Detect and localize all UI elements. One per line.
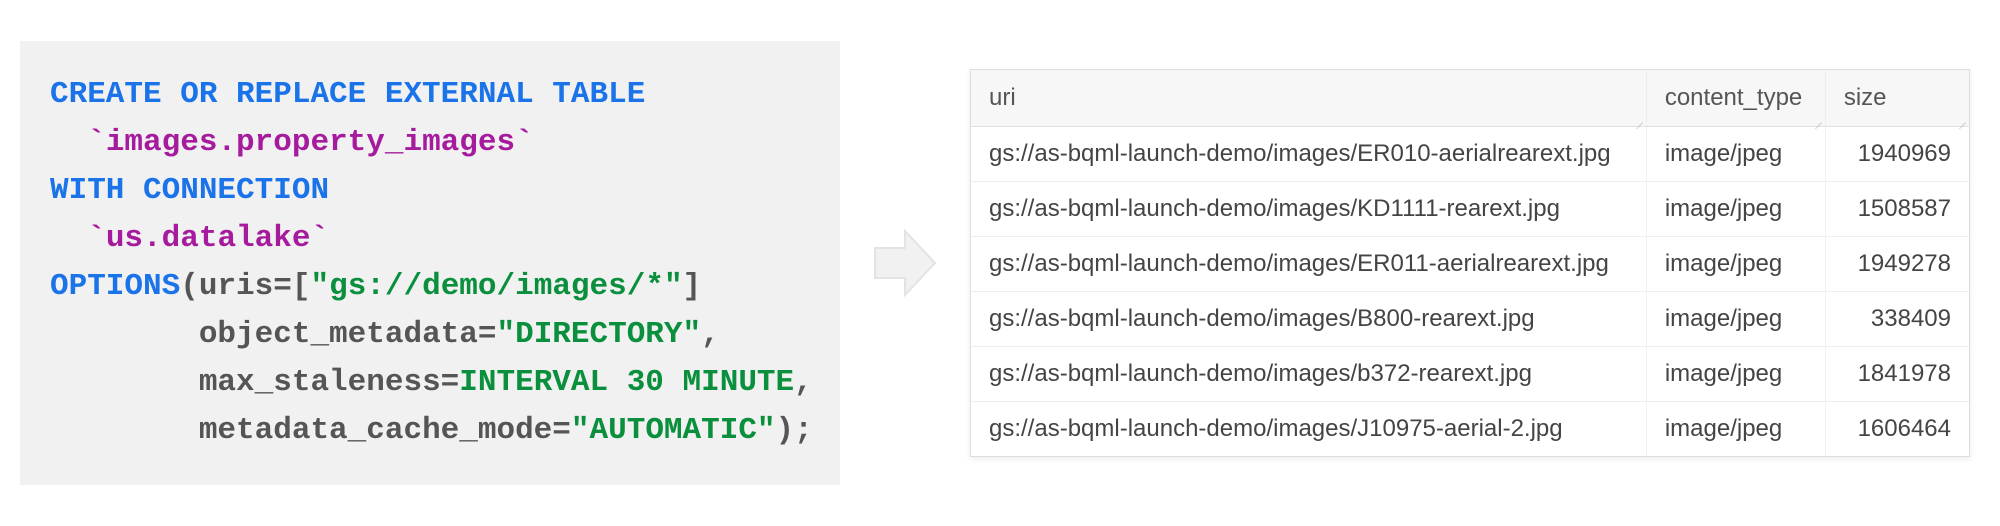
- code-line: `images.property_images`: [50, 119, 800, 167]
- cell-size: 338409: [1825, 292, 1969, 347]
- flow-arrow: [840, 223, 970, 303]
- cell-uri: gs://as-bqml-launch-demo/images/J10975-a…: [971, 402, 1646, 457]
- header-text: uri: [989, 84, 1016, 111]
- equals: =: [552, 413, 571, 448]
- indent: [50, 125, 87, 160]
- sql-code-panel: CREATE OR REPLACE EXTERNAL TABLE `images…: [20, 41, 840, 485]
- option-name: metadata_cache_mode: [199, 413, 552, 448]
- cell-content-type: image/jpeg: [1646, 182, 1825, 237]
- cell-size: 1606464: [1825, 402, 1969, 457]
- string-literal: "gs://demo/images/*": [310, 269, 682, 304]
- cell-content-type: image/jpeg: [1646, 292, 1825, 347]
- arrow-right-icon: [870, 223, 940, 303]
- code-line: CREATE OR REPLACE EXTERNAL TABLE: [50, 71, 800, 119]
- backtick: `: [87, 125, 106, 160]
- table-row[interactable]: gs://as-bqml-launch-demo/images/ER011-ae…: [971, 237, 1969, 292]
- cell-size: 1841978: [1825, 347, 1969, 402]
- layout-container: CREATE OR REPLACE EXTERNAL TABLE `images…: [0, 0, 2000, 526]
- backtick: `: [515, 125, 534, 160]
- comma: ,: [701, 317, 720, 352]
- column-resize-handle[interactable]: [1956, 113, 1966, 123]
- indent: [50, 221, 87, 256]
- table-row[interactable]: gs://as-bqml-launch-demo/images/KD1111-r…: [971, 182, 1969, 237]
- table-row[interactable]: gs://as-bqml-launch-demo/images/b372-rea…: [971, 347, 1969, 402]
- results-table-panel: uri content_type size gs://as-bqml-launc…: [970, 69, 1970, 457]
- column-header-uri[interactable]: uri: [971, 70, 1646, 127]
- paren-close: );: [776, 413, 813, 448]
- comma: ,: [794, 365, 813, 400]
- cell-uri: gs://as-bqml-launch-demo/images/ER010-ae…: [971, 127, 1646, 182]
- table-row[interactable]: gs://as-bqml-launch-demo/images/J10975-a…: [971, 402, 1969, 457]
- header-text: size: [1844, 84, 1887, 111]
- equals: =: [478, 317, 497, 352]
- cell-content-type: image/jpeg: [1646, 127, 1825, 182]
- header-text: content_type: [1665, 84, 1802, 111]
- cell-size: 1940969: [1825, 127, 1969, 182]
- cell-content-type: image/jpeg: [1646, 402, 1825, 457]
- bracket-close: ]: [683, 269, 702, 304]
- column-header-content-type[interactable]: content_type: [1646, 70, 1825, 127]
- code-line: `us.datalake`: [50, 215, 800, 263]
- table-body: gs://as-bqml-launch-demo/images/ER010-ae…: [971, 127, 1969, 457]
- sql-keyword: OPTIONS: [50, 269, 180, 304]
- cell-uri: gs://as-bqml-launch-demo/images/B800-rea…: [971, 292, 1646, 347]
- cell-uri: gs://as-bqml-launch-demo/images/KD1111-r…: [971, 182, 1646, 237]
- interval-literal: INTERVAL 30 MINUTE: [459, 365, 794, 400]
- indent: [50, 413, 199, 448]
- table-row[interactable]: gs://as-bqml-launch-demo/images/ER010-ae…: [971, 127, 1969, 182]
- table-identifier: images.property_images: [106, 125, 515, 160]
- cell-size: 1949278: [1825, 237, 1969, 292]
- sql-keyword: WITH CONNECTION: [50, 173, 329, 208]
- indent: [50, 317, 199, 352]
- cell-uri: gs://as-bqml-launch-demo/images/b372-rea…: [971, 347, 1646, 402]
- option-name: object_metadata: [199, 317, 478, 352]
- backtick: `: [310, 221, 329, 256]
- cell-content-type: image/jpeg: [1646, 237, 1825, 292]
- string-literal: "DIRECTORY": [496, 317, 701, 352]
- table-header-row: uri content_type size: [971, 70, 1969, 127]
- string-literal: "AUTOMATIC": [571, 413, 776, 448]
- cell-content-type: image/jpeg: [1646, 347, 1825, 402]
- option-name: max_staleness: [199, 365, 441, 400]
- cell-uri: gs://as-bqml-launch-demo/images/ER011-ae…: [971, 237, 1646, 292]
- code-line: max_staleness=INTERVAL 30 MINUTE,: [50, 359, 800, 407]
- backtick: `: [87, 221, 106, 256]
- cell-size: 1508587: [1825, 182, 1969, 237]
- code-line: WITH CONNECTION: [50, 167, 800, 215]
- indent: [50, 365, 199, 400]
- sql-keyword: CREATE OR REPLACE EXTERNAL TABLE: [50, 77, 645, 112]
- equals-bracket: =[: [273, 269, 310, 304]
- column-resize-handle[interactable]: [1812, 113, 1822, 123]
- code-line: object_metadata="DIRECTORY",: [50, 311, 800, 359]
- table-row[interactable]: gs://as-bqml-launch-demo/images/B800-rea…: [971, 292, 1969, 347]
- results-table: uri content_type size gs://as-bqml-launc…: [971, 70, 1969, 456]
- code-line: metadata_cache_mode="AUTOMATIC");: [50, 407, 800, 455]
- code-line: OPTIONS(uris=["gs://demo/images/*"]: [50, 263, 800, 311]
- connection-identifier: us.datalake: [106, 221, 311, 256]
- paren-open: (: [180, 269, 199, 304]
- column-resize-handle[interactable]: [1633, 113, 1643, 123]
- option-name: uris: [199, 269, 273, 304]
- equals: =: [441, 365, 460, 400]
- column-header-size[interactable]: size: [1825, 70, 1969, 127]
